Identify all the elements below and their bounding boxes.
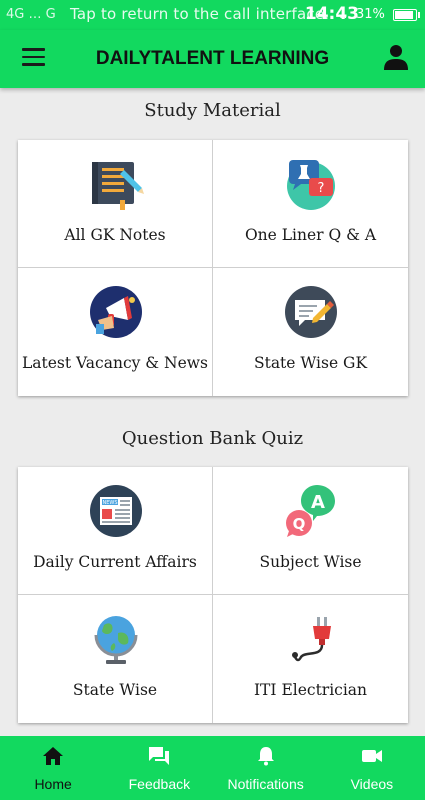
nav-videos[interactable]: Videos — [319, 736, 425, 800]
battery-percent: … 31% — [338, 7, 385, 22]
main-content: Study Material All GK Notes ? One Liner … — [0, 88, 425, 736]
tile-daily-current-affairs[interactable]: NEWS Daily Current Affairs — [18, 467, 213, 595]
tile-label: Subject Wise — [259, 553, 362, 571]
battery-icon — [393, 8, 420, 21]
tile-label: State Wise — [72, 681, 158, 699]
plug-icon — [292, 617, 331, 662]
bottom-navigation: Home Feedback Notifications Videos — [0, 736, 425, 800]
megaphone-icon — [90, 286, 142, 338]
tile-label: Latest Vacancy & News — [21, 354, 208, 372]
tile-label: Daily Current Affairs — [33, 553, 197, 571]
tile-label: All GK Notes — [64, 226, 166, 244]
tile-latest-vacancy-news[interactable]: Latest Vacancy & News — [18, 268, 213, 396]
nav-feedback[interactable]: Feedback — [106, 736, 212, 800]
qa-bubble-icon: ? — [287, 160, 335, 210]
newspaper-icon: NEWS — [90, 485, 142, 537]
nav-notifications[interactable]: Notifications — [213, 736, 319, 800]
notebook-icon — [92, 162, 144, 210]
tile-state-wise[interactable]: State Wise — [18, 595, 213, 723]
tile-label: ITI Electrician — [253, 681, 368, 699]
globe-icon — [94, 616, 138, 664]
tile-subject-wise[interactable]: A Q Subject Wise — [213, 467, 408, 595]
nav-label: Home — [34, 776, 72, 792]
svg-text:?: ? — [318, 181, 325, 196]
qa-letters-icon: A Q — [286, 485, 335, 537]
section-title-question-bank-quiz: Question Bank Quiz — [121, 428, 304, 449]
tile-state-wise-gk[interactable]: State Wise GK — [213, 268, 408, 396]
svg-text:A: A — [311, 492, 325, 513]
chat-icon — [149, 747, 170, 765]
bell-icon — [257, 747, 274, 766]
app-bar: DAILYTALENT LEARNING — [0, 30, 425, 88]
tile-label: State Wise GK — [253, 354, 368, 372]
svg-text:Q: Q — [293, 515, 306, 533]
call-return-banner[interactable]: Tap to return to the call interface. — [70, 5, 329, 23]
battery-status: … 31% — [338, 7, 420, 22]
nav-home[interactable]: Home — [0, 736, 106, 800]
tile-label: One Liner Q & A — [244, 226, 377, 244]
study-material-grid: All GK Notes ? One Liner Q & A Latest Va… — [18, 140, 408, 396]
nav-label: Videos — [350, 776, 394, 792]
app-title: DAILYTALENT LEARNING — [95, 48, 330, 69]
message-edit-icon — [285, 286, 337, 338]
status-bar: 4G … G Tap to return to the call interfa… — [0, 0, 425, 30]
svg-text:NEWS: NEWS — [102, 500, 117, 506]
home-icon — [43, 747, 64, 765]
question-bank-grid: NEWS Daily Current Affairs A Q Subject W… — [18, 467, 408, 723]
tile-one-liner-qa[interactable]: ? One Liner Q & A — [213, 140, 408, 268]
user-profile-icon[interactable] — [384, 44, 408, 70]
nav-label: Feedback — [128, 776, 191, 792]
nav-label: Notifications — [227, 776, 304, 792]
tile-iti-electrician[interactable]: ITI Electrician — [213, 595, 408, 723]
tile-all-gk-notes[interactable]: All GK Notes — [18, 140, 213, 268]
network-indicator: 4G … G — [6, 7, 56, 22]
video-camera-icon — [361, 750, 382, 762]
section-title-study-material: Study Material — [144, 100, 281, 121]
